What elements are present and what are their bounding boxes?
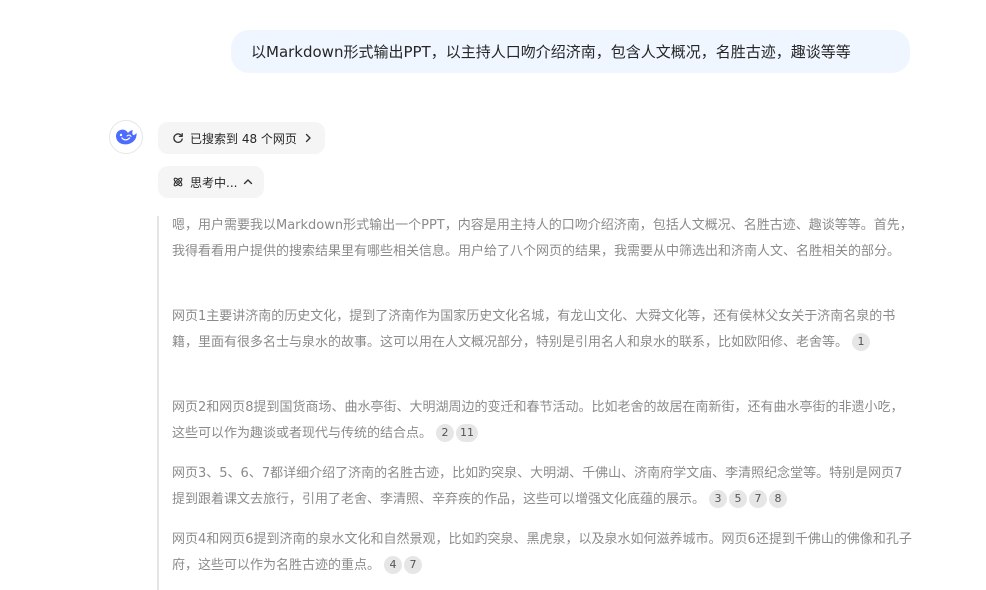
citation-badge[interactable]: 11 — [456, 424, 479, 442]
thought-paragraph: 网页1主要讲济南的历史文化，提到了济南作为国家历史文化名城，有龙山文化、大舜文化… — [172, 304, 914, 356]
assistant-avatar — [109, 120, 143, 154]
refresh-icon — [173, 132, 183, 143]
thinking-toggle[interactable]: 思考中... — [158, 166, 264, 198]
thought-paragraph-text: 网页3、5、6、7都详细介绍了济南的名胜古迹，比如趵突泉、大明湖、千佛山、济南府… — [172, 466, 903, 507]
thought-paragraph-text: 网页2和网页8提到国货商场、曲水亭街、大明湖周边的变迁和春节活动。比如老舍的故居… — [172, 400, 904, 441]
thinking-content: 嗯，用户需要我以Markdown形式输出一个PPT，内容是用主持人的口吻介绍济南… — [157, 216, 919, 590]
thought-paragraph: 嗯，用户需要我以Markdown形式输出一个PPT，内容是用主持人的口吻介绍济南… — [172, 213, 914, 265]
thought-paragraph-text: 网页1主要讲济南的历史文化，提到了济南作为国家历史文化名城，有龙山文化、大舜文化… — [172, 309, 896, 350]
citation-badge[interactable]: 5 — [729, 490, 748, 508]
atom-icon — [173, 177, 183, 187]
citation-badge[interactable]: 2 — [436, 424, 455, 442]
thinking-label: 思考中... — [190, 175, 238, 190]
thought-paragraph-text: 嗯，用户需要我以Markdown形式输出一个PPT，内容是用主持人的口吻介绍济南… — [172, 218, 913, 259]
whale-logo-icon — [116, 129, 137, 145]
citation-badge[interactable]: 8 — [769, 490, 788, 508]
citation-badge[interactable]: 1 — [852, 333, 871, 351]
search-results-toggle[interactable]: 已搜索到 48 个网页 — [158, 122, 325, 154]
citation-badge[interactable]: 3 — [709, 490, 728, 508]
citation-badge[interactable]: 4 — [384, 556, 403, 574]
thought-paragraph: 网页4和网页6提到济南的泉水文化和自然景观，比如趵突泉、黑虎泉，以及泉水如何滋养… — [172, 527, 914, 579]
thought-paragraph-text: 网页4和网页6提到济南的泉水文化和自然景观，比如趵突泉、黑虎泉，以及泉水如何滋养… — [172, 532, 912, 573]
user-message-text: 以Markdown形式输出PPT，以主持人口吻介绍济南，包含人文概况，名胜古迹，… — [251, 43, 851, 61]
citation-badge[interactable]: 7 — [404, 556, 423, 574]
search-results-label: 已搜索到 48 个网页 — [190, 131, 297, 146]
chevron-up-icon — [244, 179, 253, 185]
chevron-right-icon — [305, 133, 311, 143]
thought-paragraph: 网页2和网页8提到国货商场、曲水亭街、大明湖周边的变迁和春节活动。比如老舍的故居… — [172, 395, 914, 447]
user-message-bubble: 以Markdown形式输出PPT，以主持人口吻介绍济南，包含人文概况，名胜古迹，… — [231, 30, 910, 73]
citation-badge[interactable]: 7 — [749, 490, 768, 508]
thought-paragraph: 网页3、5、6、7都详细介绍了济南的名胜古迹，比如趵突泉、大明湖、千佛山、济南府… — [172, 461, 914, 513]
